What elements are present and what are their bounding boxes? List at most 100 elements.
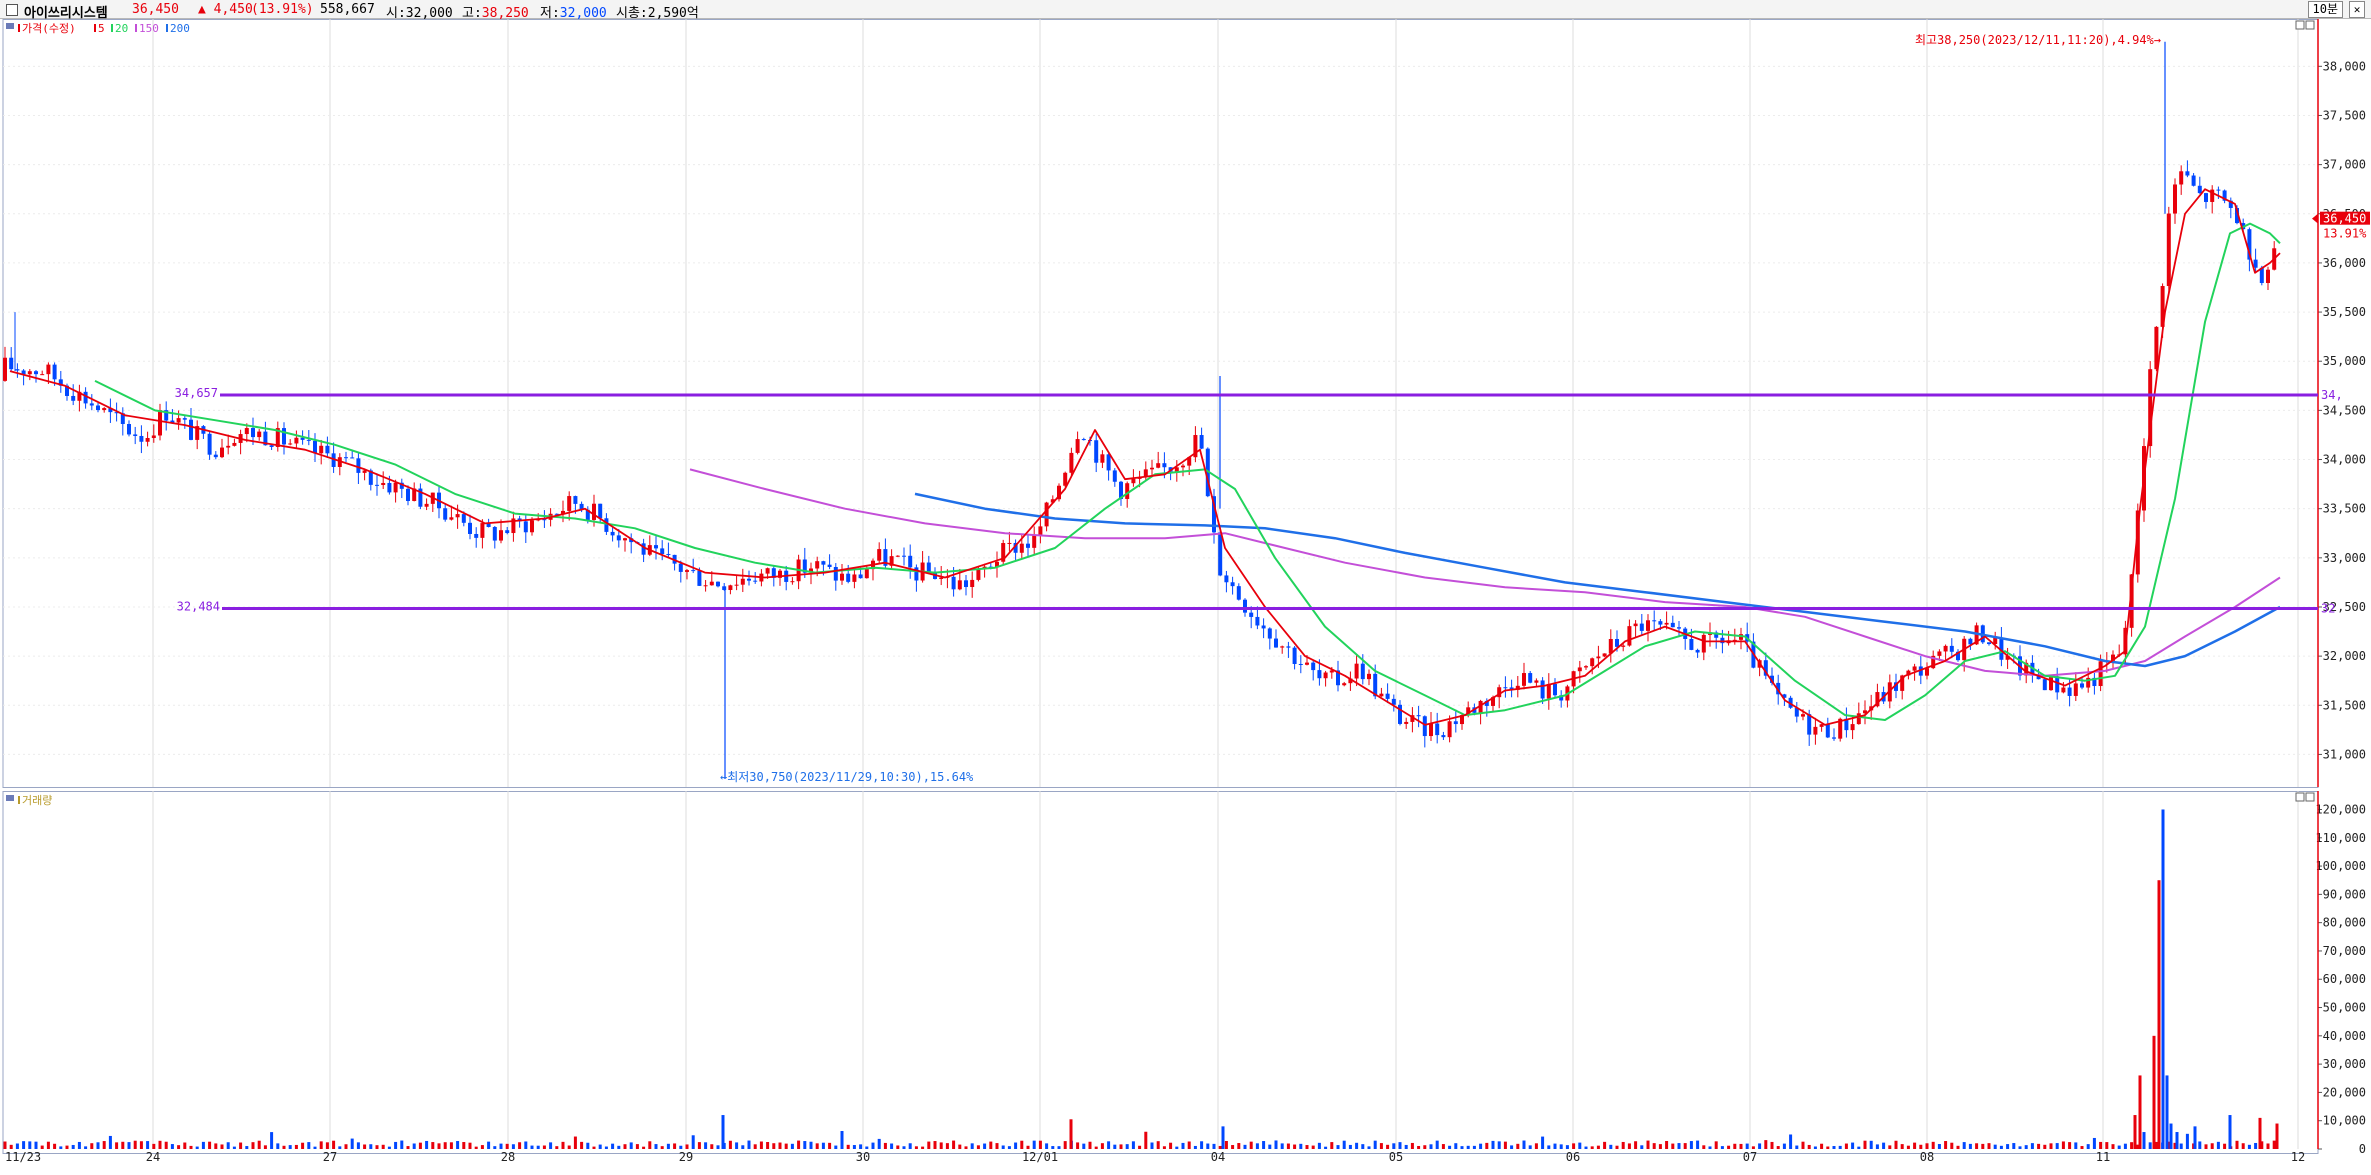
volume-bar bbox=[1460, 1146, 1464, 1149]
volume-bar bbox=[1410, 1142, 1414, 1149]
volume-bar bbox=[778, 1142, 782, 1149]
volume-spike bbox=[2157, 880, 2161, 1149]
volume-bar bbox=[573, 1136, 577, 1149]
candle-up bbox=[1912, 666, 1917, 671]
horizontal-line-label: 32,484 bbox=[177, 600, 220, 614]
candle-down bbox=[1652, 620, 1657, 622]
volume-bar bbox=[301, 1142, 305, 1149]
candle-down bbox=[846, 573, 851, 582]
volume-bar bbox=[598, 1144, 602, 1149]
volume-bar bbox=[1293, 1144, 1297, 1149]
volume-tick-label: 60,000 bbox=[2323, 972, 2366, 986]
candle-up bbox=[1813, 726, 1818, 735]
volume-bar bbox=[1466, 1145, 1470, 1149]
volume-bar bbox=[251, 1142, 255, 1149]
volume-bar bbox=[1125, 1144, 1129, 1149]
volume-spike bbox=[2152, 1035, 2156, 1149]
volume-bar bbox=[400, 1140, 404, 1149]
candle-down bbox=[1453, 721, 1458, 725]
volume-spike bbox=[2133, 1115, 2137, 1149]
price-change: ▲ 4,450 bbox=[198, 2, 253, 17]
candle-down bbox=[1267, 628, 1272, 639]
volume-bar bbox=[1671, 1143, 1675, 1149]
x-tick-label: 30 bbox=[856, 1150, 870, 1164]
panel-close-button[interactable] bbox=[2305, 20, 2315, 30]
volume-bar bbox=[2061, 1141, 2065, 1149]
price-panel-frame bbox=[2, 19, 2319, 788]
volume-bar bbox=[1999, 1145, 2003, 1149]
volume-bar bbox=[34, 1141, 38, 1149]
volume-bar bbox=[1696, 1140, 1700, 1149]
volume-bar bbox=[2092, 1137, 2096, 1149]
volume-tick-label: 0 bbox=[2359, 1142, 2366, 1156]
volume-bar bbox=[2099, 1141, 2103, 1149]
volume-bar bbox=[766, 1142, 770, 1149]
candle-down bbox=[461, 514, 466, 523]
candle-up bbox=[232, 442, 237, 446]
panel-minimize-button[interactable] bbox=[2295, 792, 2305, 802]
volume-bar bbox=[1987, 1143, 1991, 1149]
volume-bar bbox=[1367, 1146, 1371, 1149]
candle-down bbox=[182, 418, 187, 420]
price-panel[interactable]: 31,00031,50032,00032,50033,00033,50034,0… bbox=[2, 19, 2370, 788]
volume-bar bbox=[1683, 1143, 1687, 1149]
volume-bar bbox=[1429, 1144, 1433, 1149]
interval-button[interactable]: 10분 bbox=[2307, 1, 2343, 18]
volume-bar bbox=[1386, 1144, 1390, 1149]
volume-bar bbox=[927, 1141, 931, 1149]
candle-down bbox=[716, 581, 720, 587]
volume-bar bbox=[790, 1143, 794, 1149]
volume-bar bbox=[784, 1143, 788, 1149]
volume-spike bbox=[1221, 1126, 1225, 1149]
volume-bar bbox=[2086, 1144, 2090, 1149]
volume-bar bbox=[356, 1142, 360, 1149]
volume-bar bbox=[1187, 1141, 1191, 1149]
volume-bar bbox=[2247, 1144, 2251, 1149]
candle-up bbox=[1063, 472, 1068, 486]
volume-bar bbox=[1076, 1142, 1080, 1149]
candle-down bbox=[858, 574, 863, 579]
volume-bar bbox=[958, 1144, 962, 1149]
candle-down bbox=[1540, 680, 1545, 699]
volume-bar bbox=[1851, 1142, 1855, 1149]
candle-up bbox=[244, 428, 249, 435]
panel-checkbox[interactable] bbox=[6, 4, 18, 16]
candle-down bbox=[2080, 683, 2084, 688]
volume-bar bbox=[952, 1140, 956, 1149]
volume-bar bbox=[1516, 1143, 1520, 1149]
volume-bar bbox=[1956, 1145, 1960, 1149]
volume-bar bbox=[1057, 1146, 1061, 1149]
candle-up bbox=[102, 408, 107, 411]
volume-bar bbox=[1758, 1143, 1762, 1149]
candle-up bbox=[976, 568, 981, 580]
candle-up bbox=[1019, 543, 1024, 553]
volume-spike bbox=[2275, 1123, 2279, 1149]
panel-minimize-button[interactable] bbox=[2295, 20, 2305, 30]
candle-down bbox=[1422, 716, 1427, 737]
stock-chart[interactable]: 31,00031,50032,00032,50033,00033,50034,0… bbox=[0, 19, 2371, 1175]
volume-bar bbox=[2254, 1142, 2258, 1149]
volume-bar bbox=[226, 1142, 230, 1149]
candle-up bbox=[2098, 661, 2103, 687]
volume-bar bbox=[1286, 1143, 1290, 1149]
candle-up bbox=[2061, 687, 2066, 693]
volume-bar bbox=[1733, 1143, 1737, 1149]
volume-panel[interactable]: 0 10,000 20,000 30,000 40,000 50,000 60,000 70,… bbox=[2, 791, 2366, 1156]
candle-down bbox=[492, 526, 497, 541]
volume-bar bbox=[518, 1142, 522, 1149]
candle-down bbox=[573, 496, 578, 504]
volume-bar bbox=[288, 1145, 292, 1149]
volume-bar bbox=[1150, 1142, 1154, 1149]
panel-close-button[interactable] bbox=[2305, 792, 2315, 802]
volume-bar bbox=[425, 1140, 429, 1149]
candle-up bbox=[790, 581, 795, 583]
candle-down bbox=[1553, 683, 1557, 696]
candle-up bbox=[1280, 646, 1285, 648]
volume-bar bbox=[1646, 1140, 1650, 1149]
volume-bar bbox=[964, 1146, 968, 1149]
volume-bar bbox=[1014, 1142, 1018, 1149]
volume-tick-label: 40,000 bbox=[2323, 1029, 2366, 1043]
candle-up bbox=[2073, 683, 2078, 696]
volume-bar bbox=[1212, 1143, 1216, 1149]
close-button[interactable]: ✕ bbox=[2349, 1, 2365, 18]
